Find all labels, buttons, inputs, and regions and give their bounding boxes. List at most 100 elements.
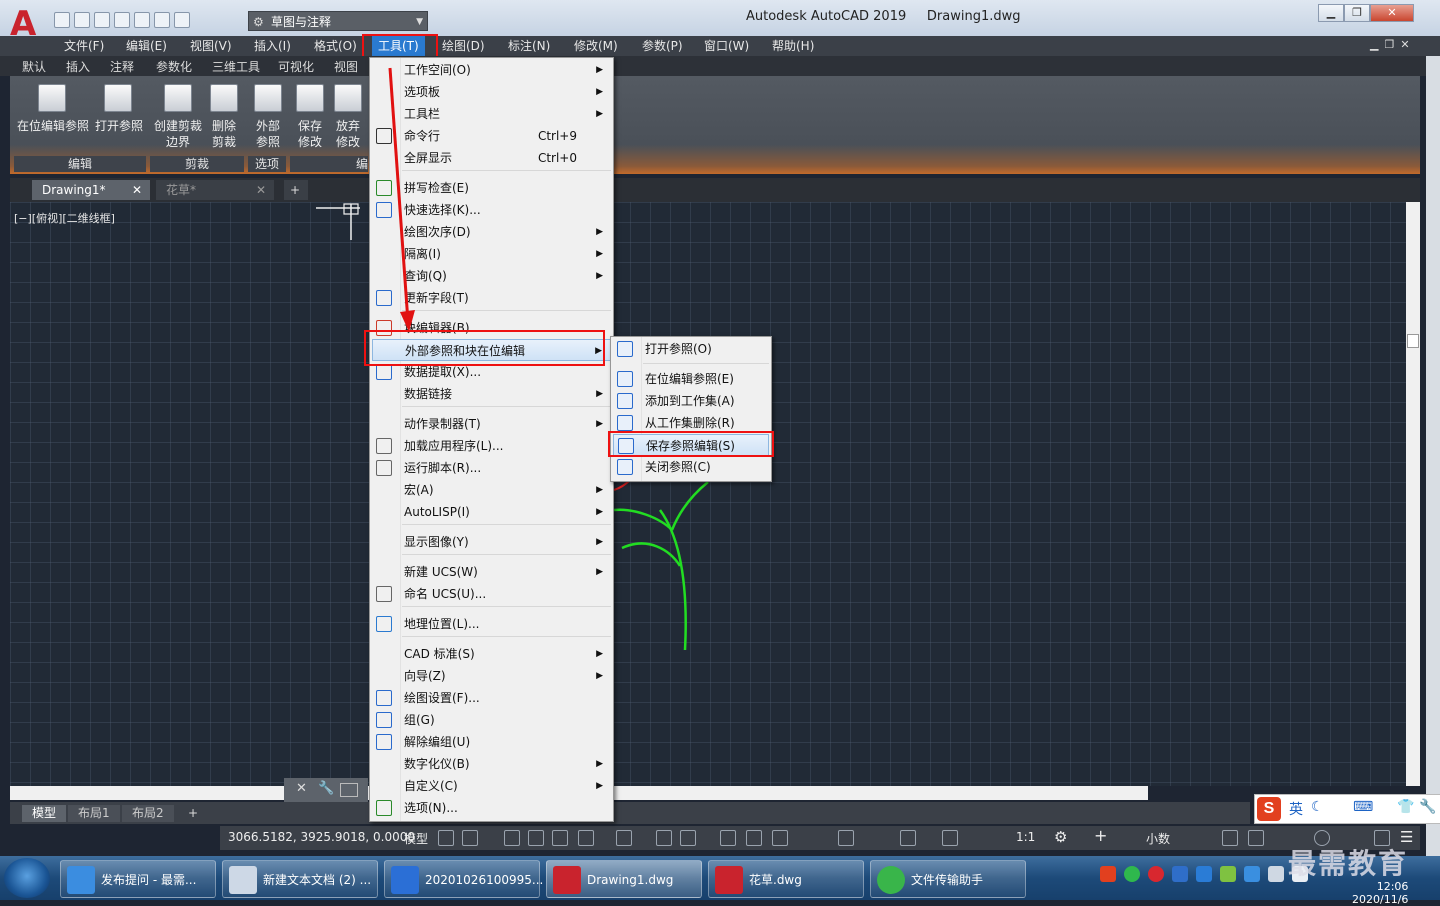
- create-clip-boundary-button[interactable]: 创建剪裁 边界: [150, 118, 206, 150]
- close-icon[interactable]: ✕: [256, 180, 266, 200]
- units-select[interactable]: 小数: [1146, 830, 1170, 847]
- isolate-objects-icon[interactable]: [900, 830, 916, 846]
- network-drive-icon[interactable]: [1196, 866, 1212, 882]
- tools-menu-item[interactable]: 数字化仪(B) ▶: [372, 753, 611, 775]
- grid-icon[interactable]: [438, 830, 454, 846]
- tools-menu-item[interactable]: 解除编组(U): [372, 731, 611, 753]
- layout-tab-layout2[interactable]: 布局2: [122, 805, 174, 822]
- ribbon-tab-view[interactable]: 视图: [334, 58, 358, 75]
- tools-menu-item[interactable]: 运行脚本(R)...: [372, 457, 611, 479]
- polar-tracking-icon[interactable]: [578, 830, 594, 846]
- plus-icon[interactable]: +: [1094, 826, 1107, 845]
- lock-ui-icon[interactable]: [1248, 830, 1264, 846]
- minimize-button[interactable]: ▁: [1318, 4, 1344, 22]
- save-as-icon[interactable]: [114, 12, 130, 28]
- command-prompt-icon[interactable]: [340, 783, 358, 797]
- selection-cycling-icon[interactable]: [772, 830, 788, 846]
- keyboard-icon[interactable]: ⌨: [1353, 799, 1373, 815]
- menu-view[interactable]: 视图(V): [184, 36, 238, 56]
- tools-menu-item[interactable]: 绘图设置(F)...: [372, 687, 611, 709]
- file-tab-huacao[interactable]: 花草* ✕: [156, 180, 274, 200]
- ime-language[interactable]: 英: [1289, 799, 1303, 819]
- file-tab-drawing1[interactable]: Drawing1* ✕: [32, 180, 150, 200]
- wrench-icon[interactable]: 🔧: [318, 781, 334, 796]
- ribbon-tab-annotate[interactable]: 注释: [110, 58, 134, 75]
- layout-tab-model[interactable]: 模型: [22, 805, 67, 822]
- xref-submenu-item[interactable]: 在位编辑参照(E): [613, 368, 769, 390]
- ribbon-tab-3d-tools[interactable]: 三维工具: [212, 58, 260, 75]
- xref-submenu-item[interactable]: 打开参照(O): [613, 338, 769, 360]
- tools-menu-item[interactable]: AutoLISP(I) ▶: [372, 501, 611, 523]
- maximize-button[interactable]: ❐: [1344, 4, 1370, 22]
- taskbar-item-notepad[interactable]: 新建文本文档 (2) ...: [222, 860, 378, 898]
- taskbar-item-video[interactable]: 20201026100995...: [384, 860, 543, 898]
- tools-menu-item[interactable]: 自定义(C) ▶: [372, 775, 611, 797]
- menu-modify[interactable]: 修改(M): [568, 36, 624, 56]
- ortho-icon[interactable]: [552, 830, 568, 846]
- nvidia-icon[interactable]: [1220, 866, 1236, 882]
- transparency-icon[interactable]: [746, 830, 762, 846]
- clock[interactable]: 12:06 2020/11/6: [1352, 880, 1408, 906]
- tools-menu-item[interactable]: 显示图像(Y) ▶: [372, 531, 611, 553]
- tools-menu-item[interactable]: 数据链接 ▶: [372, 383, 611, 405]
- new-tab-button[interactable]: +: [284, 180, 308, 200]
- ime-toolbar[interactable]: S 英 ☾ ⌨ 👕 🔧: [1254, 794, 1440, 824]
- isodraft-icon[interactable]: [616, 830, 632, 846]
- model-space-button[interactable]: 模型: [404, 830, 428, 847]
- redo-icon[interactable]: [174, 12, 190, 28]
- save-changes-button[interactable]: 保存 修改: [292, 118, 328, 150]
- taskbar-item-drawing1[interactable]: Drawing1.dwg: [546, 860, 702, 898]
- layout-tab-layout1[interactable]: 布局1: [68, 805, 120, 822]
- tools-menu-item[interactable]: 新建 UCS(W) ▶: [372, 561, 611, 583]
- viewport-controls-label[interactable]: [−][俯视][二维线框]: [14, 210, 115, 226]
- menu-help[interactable]: 帮助(H): [766, 36, 820, 56]
- gear-icon[interactable]: ⚙: [1054, 828, 1067, 846]
- taskbar-item-huacao[interactable]: 花草.dwg: [708, 860, 864, 898]
- menu-draw[interactable]: 绘图(D): [436, 36, 491, 56]
- delete-clip-button[interactable]: 删除 剪裁: [206, 118, 242, 150]
- edit-reference-in-place-button[interactable]: 在位编辑参照: [14, 118, 92, 134]
- tools-menu-item[interactable]: 动作录制器(T) ▶: [372, 413, 611, 435]
- object-snap-icon[interactable]: [680, 830, 696, 846]
- sogou-tray-icon[interactable]: [1100, 866, 1116, 882]
- snap-icon[interactable]: [462, 830, 478, 846]
- external-reference-button[interactable]: 外部 参照: [250, 118, 286, 150]
- new-file-icon[interactable]: [54, 12, 70, 28]
- tools-menu-item[interactable]: 命名 UCS(U)...: [372, 583, 611, 605]
- tools-menu-item[interactable]: 加载应用程序(L)...: [372, 435, 611, 457]
- print-icon[interactable]: [134, 12, 150, 28]
- xref-submenu-item[interactable]: 关闭参照(C): [613, 456, 769, 478]
- wrench-icon[interactable]: 🔧: [1419, 799, 1436, 815]
- taskbar-item-wechat[interactable]: 文件传输助手: [870, 860, 1026, 898]
- coordinates-readout[interactable]: 3066.5182, 3925.9018, 0.0000: [228, 830, 415, 844]
- menu-window[interactable]: 窗口(W): [698, 36, 755, 56]
- ribbon-tab-default[interactable]: 默认: [22, 58, 46, 75]
- tools-menu-item[interactable]: 向导(Z) ▶: [372, 665, 611, 687]
- discard-changes-button[interactable]: 放弃 修改: [330, 118, 366, 150]
- tools-menu-item[interactable]: 选项(N)...: [372, 797, 611, 819]
- taskbar-item-browser[interactable]: 发布提问 - 最需...: [60, 860, 216, 898]
- tools-menu-item[interactable]: 组(G): [372, 709, 611, 731]
- undo-icon[interactable]: [154, 12, 170, 28]
- open-file-icon[interactable]: [74, 12, 90, 28]
- qq-icon[interactable]: [1244, 866, 1260, 882]
- annotation-monitor-icon[interactable]: [838, 830, 854, 846]
- ribbon-tab-insert[interactable]: 插入: [66, 58, 90, 75]
- ribbon-tab-visualize[interactable]: 可视化: [278, 58, 314, 75]
- menu-insert[interactable]: 插入(I): [248, 36, 297, 56]
- open-reference-button[interactable]: 打开参照: [92, 118, 146, 134]
- tools-menu-item[interactable]: CAD 标准(S) ▶: [372, 643, 611, 665]
- monitor-icon[interactable]: [1268, 866, 1284, 882]
- close-icon[interactable]: ✕: [132, 180, 142, 200]
- menu-edit[interactable]: 编辑(E): [120, 36, 173, 56]
- save-icon[interactable]: [94, 12, 110, 28]
- quick-properties-icon[interactable]: [1222, 830, 1238, 846]
- weibo-tray-icon[interactable]: [1148, 866, 1164, 882]
- menu-format[interactable]: 格式(O): [308, 36, 363, 56]
- menu-parametric[interactable]: 参数(P): [636, 36, 689, 56]
- sogou-ime-icon[interactable]: S: [1257, 797, 1281, 821]
- ribbon-tab-parametric[interactable]: 参数化: [156, 58, 192, 75]
- add-layout-button[interactable]: +: [178, 805, 208, 822]
- close-icon[interactable]: ✕: [296, 781, 307, 796]
- menu-dimension[interactable]: 标注(N): [502, 36, 556, 56]
